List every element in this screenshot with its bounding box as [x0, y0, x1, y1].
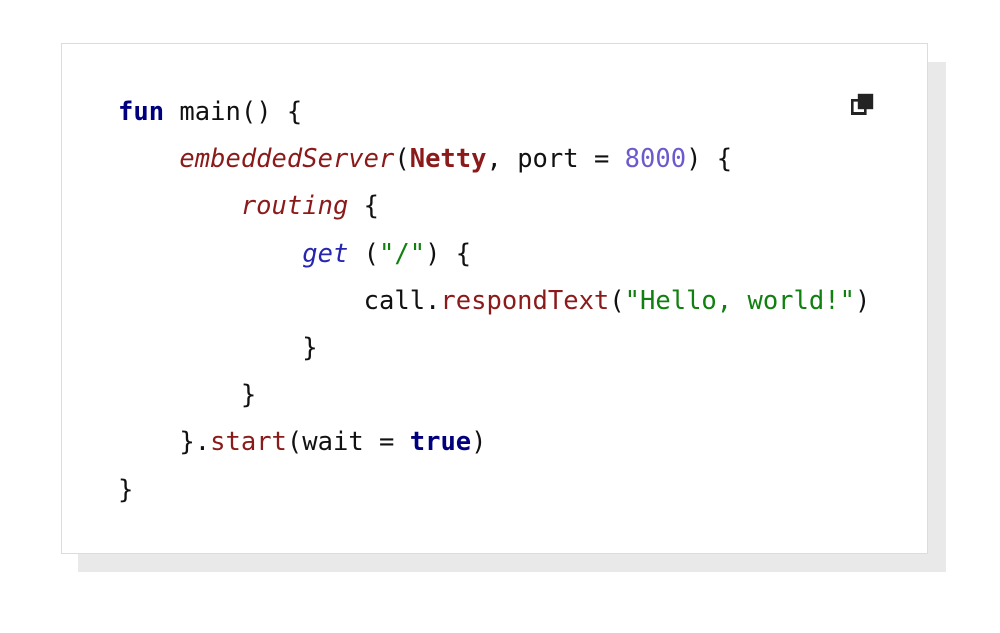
code-token-plain: main [179, 97, 241, 127]
code-token-fn: start [210, 427, 287, 458]
code-token-plain: , port = [486, 144, 625, 175]
code-token-plain: call. [363, 285, 441, 316]
code-token-plain: ) [854, 285, 871, 316]
code-token-plain: ) { [686, 144, 733, 175]
code-token-fn-i: routing [240, 191, 349, 222]
code-token-fn: respondText [440, 285, 610, 316]
code-token-dsl: get [302, 238, 349, 269]
code-token-keyword: fun [118, 97, 165, 127]
code-token-plain: (wait = [286, 427, 410, 458]
code-token-number: 8000 [624, 144, 687, 175]
code-token-bool: true [409, 427, 472, 458]
code-token-plain: { [348, 191, 380, 222]
code-token-plain: ) [471, 427, 487, 458]
code-block: fun main() { embeddedServer(Netty, port … [118, 89, 870, 514]
code-token-plain: ( [394, 144, 410, 175]
code-token-type: Netty [409, 144, 487, 175]
code-token-plain: ( [609, 285, 625, 316]
kotlin-source: fun main() { embeddedServer(Netty, port … [118, 97, 870, 505]
code-token-plain: } [118, 474, 134, 505]
code-token-plain: } [302, 333, 318, 364]
code-token-fn-i: embeddedServer [179, 144, 395, 175]
code-token-plain: } [240, 380, 257, 411]
code-token-plain: ) { [425, 238, 472, 269]
code-token-string: "Hello, world!" [624, 285, 855, 316]
code-token-string: "/" [379, 238, 426, 269]
code-token-plain: () { [240, 97, 303, 127]
code-token-plain: ( [348, 238, 380, 269]
code-token-plain: }. [179, 427, 211, 458]
code-snippet-card: fun main() { embeddedServer(Netty, port … [61, 43, 928, 554]
